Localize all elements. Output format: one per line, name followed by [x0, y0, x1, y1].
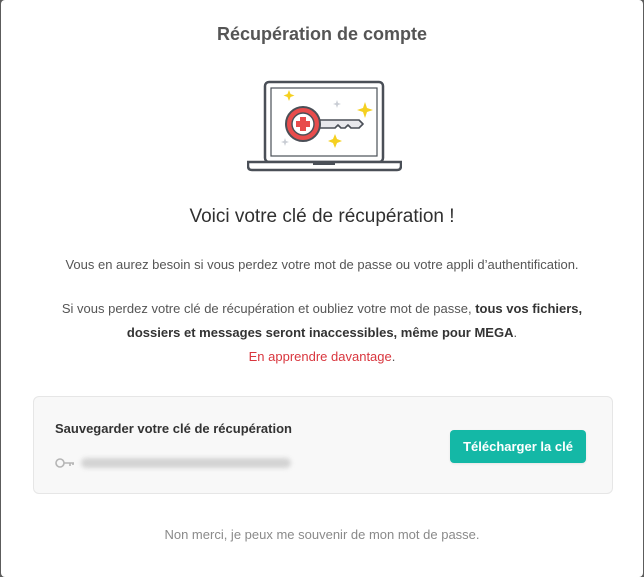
recovery-dialog: Récupération de compte Voici votre clé d… [1, 0, 643, 577]
save-key-title: Sauvegarder votre clé de récupération [55, 421, 292, 436]
recovery-warning: Si vous perdez votre clé de récupération… [41, 297, 603, 369]
laptop-recovery-key-icon [247, 80, 402, 172]
key-icon [55, 458, 74, 468]
download-key-button[interactable]: Télécharger la clé [450, 430, 586, 463]
learn-more-suffix: . [391, 349, 396, 364]
learn-more-link[interactable]: En apprendre davantage [249, 349, 392, 364]
recovery-key-value-blurred [81, 458, 291, 468]
recovery-explanation: Vous en aurez besoin si vous perdez votr… [65, 257, 579, 272]
recovery-key-row [55, 454, 291, 472]
warning-text-prefix: Si vous perdez votre clé de récupération… [61, 301, 476, 316]
save-key-panel: Sauvegarder votre clé de récupération Té… [33, 396, 613, 494]
warning-text-suffix: . [513, 325, 518, 340]
dialog-title: Récupération de compte [216, 24, 428, 44]
dismiss-link[interactable]: Non merci, je peux me souvenir de mon mo… [1, 527, 643, 542]
recovery-heading: Voici votre clé de récupération ! [189, 206, 455, 227]
